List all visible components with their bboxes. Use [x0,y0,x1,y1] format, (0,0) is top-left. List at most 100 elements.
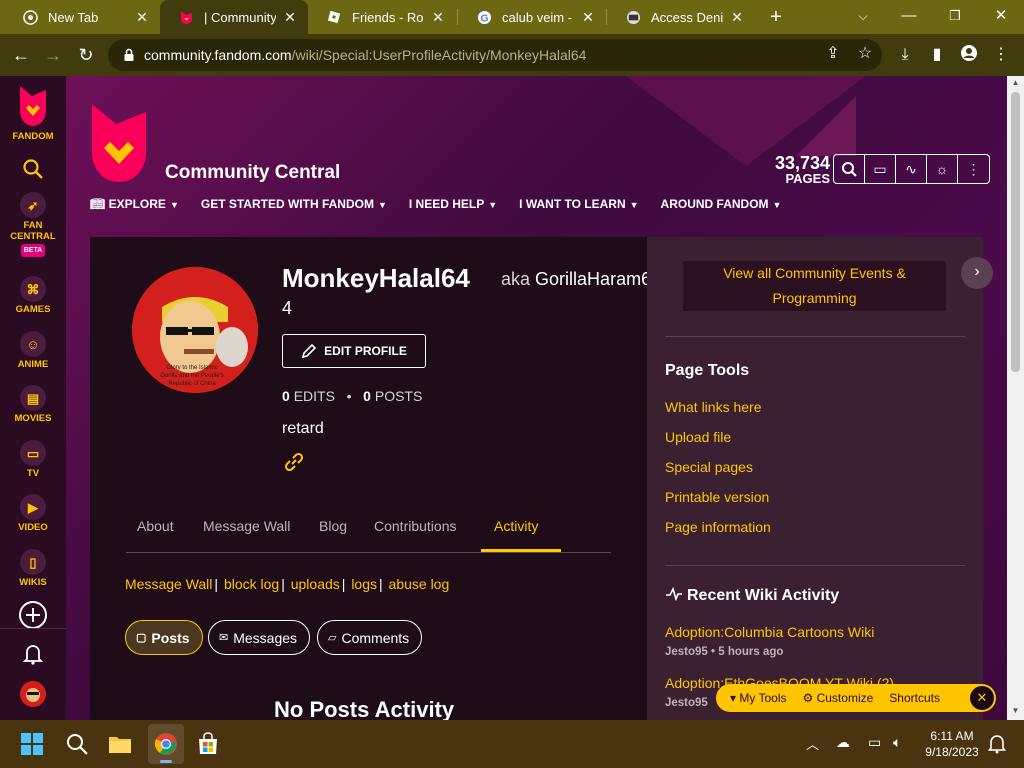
link-special-pages[interactable]: Special pages [665,459,753,475]
nav-tv[interactable]: ▭ TV [0,440,66,479]
tab-new-tab[interactable]: New Tab ✕ [4,0,160,34]
restore-button[interactable]: ❐ [932,0,978,34]
menu-label: I WANT TO LEARN [519,197,626,211]
filter-posts[interactable]: ▢ Posts [125,620,203,655]
minimize-button[interactable]: — [886,0,932,34]
volume-muted-icon[interactable]: 🔈︎ [893,734,901,751]
tab-about[interactable]: About [137,518,174,534]
community-wiki-logo[interactable] [88,102,150,184]
discussions-icon[interactable]: ▭ [865,155,896,183]
fandom-logo[interactable]: FANDOM [0,84,66,142]
tab-search-chevron-icon[interactable]: ⌵ [840,0,886,34]
microsoft-store-icon[interactable] [196,732,220,756]
community-events-link[interactable]: View all Community Events & Programming [683,261,946,311]
my-tools-button[interactable]: ▾ My Tools [730,691,787,705]
taskbar-clock[interactable]: 6:11 AM 9/18/2023 [920,728,984,760]
tab-google-search[interactable]: G calub veim - Go ✕ [458,0,606,34]
link-abuse-log[interactable]: abuse log [389,576,450,592]
close-tab-icon[interactable]: ✕ [430,9,446,25]
tray-chevron-icon[interactable]: ︿ [806,734,819,753]
scrollbar-thumb[interactable] [1011,92,1020,372]
link-printable-version[interactable]: Printable version [665,489,769,505]
menu-label: EXPLORE [108,197,166,211]
close-tab-icon[interactable]: ✕ [580,9,596,25]
page-scrollbar[interactable]: ▲ ▼ [1007,76,1024,720]
customize-button[interactable]: ⚙ Customize [803,691,874,705]
bookmark-star-icon[interactable]: ☆ [854,43,876,65]
link-message-wall[interactable]: Message Wall [125,576,212,592]
profile-icon[interactable] [958,44,980,66]
community-name[interactable]: Community Central [165,162,340,184]
link-page-information[interactable]: Page information [665,519,771,535]
back-button[interactable]: ← [10,44,32,66]
theme-toggle-icon[interactable]: ☼ [927,155,958,183]
tab-activity[interactable]: Activity [494,518,538,534]
scroll-down-icon[interactable]: ▼ [1007,704,1024,718]
taskbar-search-icon[interactable] [65,732,89,756]
tab-blog[interactable]: Blog [319,518,347,534]
search-button[interactable] [0,158,66,183]
tab-contributions[interactable]: Contributions [374,518,457,534]
notifications-button[interactable] [0,643,66,668]
tab-message-wall[interactable]: Message Wall [203,518,290,534]
recent-item-title[interactable]: Adoption:Columbia Cartoons Wiki [665,624,874,640]
forward-button[interactable]: → [42,44,64,66]
close-tab-icon[interactable]: ✕ [282,9,298,25]
activity-icon[interactable]: ∿ [896,155,927,183]
link-block-log[interactable]: block log [224,576,279,592]
link-what-links-here[interactable]: What links here [665,399,761,415]
close-icon[interactable]: ✕ [970,686,994,710]
file-explorer-icon[interactable] [108,732,132,756]
pencil-icon [302,343,317,359]
link-icon[interactable] [282,450,306,474]
link-upload-file[interactable]: Upload file [665,429,731,445]
activity-icon [666,586,682,602]
side-panel-icon[interactable]: ▮ [926,44,948,66]
reload-button[interactable]: ↻ [75,44,97,66]
menu-need-help[interactable]: I NEED HELP ▼ [409,197,497,211]
close-tab-icon[interactable]: ✕ [134,9,150,25]
filter-messages[interactable]: ✉ Messages [208,620,311,655]
tab-roblox[interactable]: Friends - Roblox ✕ [308,0,456,34]
onedrive-icon[interactable]: ☁ [836,734,850,751]
filter-comments[interactable]: ▱ Comments [317,620,423,655]
nav-wikis[interactable]: ▯ WIKIS [0,549,66,588]
nav-label: ANIME [17,359,49,370]
share-icon[interactable]: ⇪ [822,43,844,65]
close-tab-icon[interactable]: ✕ [729,9,745,25]
wiki-search-icon[interactable] [834,155,865,183]
roblox-icon [326,9,342,25]
menu-get-started[interactable]: GET STARTED WITH FANDOM ▼ [201,197,387,211]
download-icon[interactable]: ⤓ [894,44,916,66]
menu-around-fandom[interactable]: AROUND FANDOM ▼ [661,197,782,211]
menu-explore[interactable]: 📖︎ EXPLORE ▼ [90,197,179,211]
menu-want-to-learn[interactable]: I WANT TO LEARN ▼ [519,197,638,211]
nav-movies[interactable]: ▤ MOVIES [0,385,66,424]
shortcuts-button[interactable]: Shortcuts [889,691,940,705]
url-host: community.fandom.com [144,47,292,63]
edit-profile-button[interactable]: EDIT PROFILE [282,334,426,368]
chevron-right-icon[interactable]: › [961,257,993,289]
event-line: Programming [772,290,857,306]
nav-fan-central[interactable]: ➶ FAN CENTRAL BETA [0,192,66,257]
link-uploads[interactable]: uploads [291,576,340,592]
close-window-button[interactable]: ✕ [978,0,1024,34]
tab-community-central[interactable]: | Community Ce ✕ [160,0,308,34]
tab-strip: New Tab ✕ | Community Ce ✕ Friends - Rob… [0,0,1024,34]
display-icon[interactable]: ▭ [868,734,881,751]
address-bar[interactable]: community.fandom.com/wiki/Special:UserPr… [108,39,882,71]
more-options-icon[interactable]: ⋮ [958,155,989,183]
chrome-taskbar-icon[interactable] [154,732,178,756]
link-logs[interactable]: logs [351,576,377,592]
new-tab-button[interactable]: + [766,7,786,27]
nav-video[interactable]: ▶ VIDEO [0,494,66,533]
chrome-menu-icon[interactable]: ⋮ [990,44,1012,66]
profile-aka: aka GorillaHaram6 [501,269,651,290]
notification-bell-icon[interactable] [988,734,1006,754]
scroll-up-icon[interactable]: ▲ [1007,76,1024,90]
nav-anime[interactable]: ☺ ANIME [0,331,66,370]
user-avatar-button[interactable] [0,680,66,711]
nav-games[interactable]: ⌘ GAMES [0,276,66,315]
windows-start-icon[interactable] [20,732,44,756]
tab-access-denied[interactable]: Access Denied ✕ [607,0,755,34]
